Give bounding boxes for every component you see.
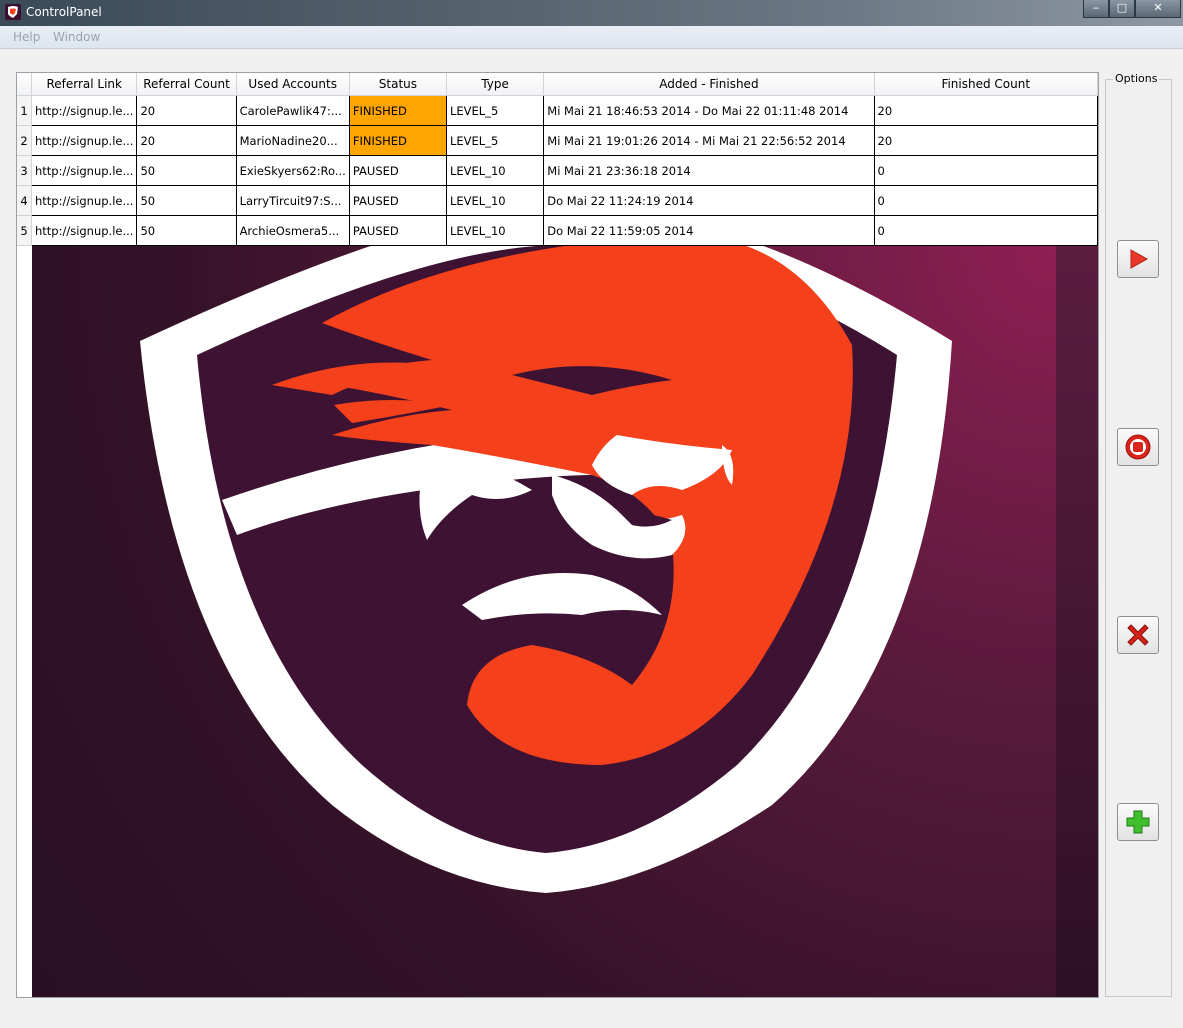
logo-background-edge xyxy=(1056,245,1098,997)
cell-type[interactable]: LEVEL_10 xyxy=(446,215,545,246)
maximize-button[interactable]: □ xyxy=(1109,0,1135,18)
cell-referral-link[interactable]: http://signup.le... xyxy=(31,215,138,246)
stop-button[interactable] xyxy=(1117,428,1159,466)
cell-used-accounts[interactable]: MarioNadine20... xyxy=(236,125,350,156)
status-bar xyxy=(0,1000,1183,1028)
tiger-shield-logo-image xyxy=(32,245,1056,997)
play-icon xyxy=(1130,249,1149,269)
cell-status[interactable]: FINISHED xyxy=(349,95,448,126)
cell-referral-count[interactable]: 50 xyxy=(136,215,237,246)
menu-bar: Help Window xyxy=(0,26,1183,49)
add-plus-icon xyxy=(1126,810,1150,834)
delete-x-icon xyxy=(1127,624,1149,646)
referral-table: Referral Link Referral Count Used Accoun… xyxy=(17,73,1098,246)
cell-referral-count[interactable]: 50 xyxy=(136,155,237,186)
cell-type[interactable]: LEVEL_5 xyxy=(446,125,545,156)
cell-referral-link[interactable]: http://signup.le... xyxy=(31,185,138,216)
add-button[interactable] xyxy=(1117,803,1159,841)
row-number[interactable]: 3 xyxy=(17,155,32,186)
cell-type[interactable]: LEVEL_10 xyxy=(446,155,545,186)
cell-added-finished[interactable]: Mi Mai 21 18:46:53 2014 - Do Mai 22 01:1… xyxy=(543,95,875,126)
main-content-frame: Referral Link Referral Count Used Accoun… xyxy=(16,72,1099,998)
header-corner[interactable] xyxy=(17,73,32,96)
row-number[interactable]: 2 xyxy=(17,125,32,156)
cell-referral-count[interactable]: 20 xyxy=(136,125,237,156)
cell-added-finished[interactable]: Do Mai 22 11:24:19 2014 xyxy=(543,185,875,216)
column-header-used-accounts[interactable]: Used Accounts xyxy=(236,73,350,96)
table-row[interactable]: 3 http://signup.le... 50 ExieSkyers62:Ro… xyxy=(17,155,1098,186)
column-header-status[interactable]: Status xyxy=(349,73,448,96)
table-row[interactable]: 4 http://signup.le... 50 LarryTircuit97:… xyxy=(17,185,1098,216)
menu-window[interactable]: Window xyxy=(53,30,100,44)
table-row[interactable]: 5 http://signup.le... 50 ArchieOsmera5..… xyxy=(17,215,1098,246)
options-groupbox xyxy=(1105,79,1172,997)
tiger-shield-logo-icon xyxy=(140,245,952,893)
options-label: Options xyxy=(1113,72,1160,85)
cell-referral-count[interactable]: 50 xyxy=(136,185,237,216)
menu-help[interactable]: Help xyxy=(13,30,40,44)
cell-referral-link[interactable]: http://signup.le... xyxy=(31,125,138,156)
start-button[interactable] xyxy=(1117,240,1159,278)
row-number[interactable]: 1 xyxy=(17,95,32,126)
column-header-added-finished[interactable]: Added - Finished xyxy=(543,73,875,96)
table-row[interactable]: 1 http://signup.le... 20 CarolePawlik47:… xyxy=(17,95,1098,126)
row-number[interactable]: 4 xyxy=(17,185,32,216)
cell-status[interactable]: PAUSED xyxy=(349,185,448,216)
cell-finished-count[interactable]: 0 xyxy=(874,215,1098,246)
column-header-referral-count[interactable]: Referral Count xyxy=(136,73,237,96)
cell-used-accounts[interactable]: ExieSkyers62:Ro... xyxy=(236,155,350,186)
row-number[interactable]: 5 xyxy=(17,215,32,246)
cell-finished-count[interactable]: 0 xyxy=(874,185,1098,216)
cell-added-finished[interactable]: Mi Mai 21 23:36:18 2014 xyxy=(543,155,875,186)
cell-status[interactable]: FINISHED xyxy=(349,125,448,156)
app-shield-icon xyxy=(5,4,21,20)
cell-finished-count[interactable]: 0 xyxy=(874,155,1098,186)
table-header-row: Referral Link Referral Count Used Accoun… xyxy=(17,73,1098,96)
cell-type[interactable]: LEVEL_10 xyxy=(446,185,545,216)
stop-icon xyxy=(1125,434,1151,460)
cell-used-accounts[interactable]: ArchieOsmera5... xyxy=(236,215,350,246)
cell-finished-count[interactable]: 20 xyxy=(874,95,1098,126)
cell-referral-link[interactable]: http://signup.le... xyxy=(31,155,138,186)
column-header-finished-count[interactable]: Finished Count xyxy=(874,73,1098,96)
window-title-bar[interactable]: ControlPanel ‒ □ ✕ xyxy=(0,0,1183,26)
cell-status[interactable]: PAUSED xyxy=(349,155,448,186)
delete-button[interactable] xyxy=(1117,616,1159,654)
cell-type[interactable]: LEVEL_5 xyxy=(446,95,545,126)
column-header-type[interactable]: Type xyxy=(446,73,545,96)
cell-referral-link[interactable]: http://signup.le... xyxy=(31,95,138,126)
cell-used-accounts[interactable]: LarryTircuit97:S... xyxy=(236,185,350,216)
cell-used-accounts[interactable]: CarolePawlik47:... xyxy=(236,95,350,126)
cell-finished-count[interactable]: 20 xyxy=(874,125,1098,156)
cell-added-finished[interactable]: Do Mai 22 11:59:05 2014 xyxy=(543,215,875,246)
column-header-referral-link[interactable]: Referral Link xyxy=(31,73,138,96)
minimize-button[interactable]: ‒ xyxy=(1083,0,1109,18)
close-button[interactable]: ✕ xyxy=(1135,0,1181,18)
window-title: ControlPanel xyxy=(26,5,102,19)
cell-status[interactable]: PAUSED xyxy=(349,215,448,246)
table-row[interactable]: 2 http://signup.le... 20 MarioNadine20..… xyxy=(17,125,1098,156)
cell-added-finished[interactable]: Mi Mai 21 19:01:26 2014 - Mi Mai 21 22:5… xyxy=(543,125,875,156)
cell-referral-count[interactable]: 20 xyxy=(136,95,237,126)
